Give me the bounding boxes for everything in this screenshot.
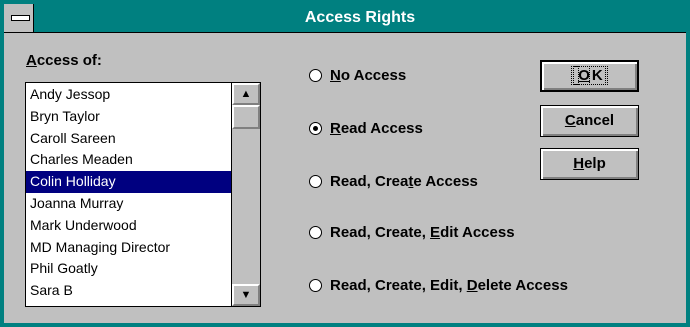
- option-read-access[interactable]: Read Access: [309, 117, 423, 139]
- arrow-down-icon: ▼: [240, 289, 252, 301]
- radio-button[interactable]: [309, 225, 322, 239]
- scroll-up-button[interactable]: ▲: [232, 83, 260, 105]
- list-item[interactable]: Sara B: [26, 280, 231, 302]
- system-menu-button[interactable]: [4, 4, 34, 32]
- option-label: Read Access: [330, 119, 423, 137]
- help-button[interactable]: Help: [540, 148, 639, 180]
- option-label: Read, Create, Edit Access: [330, 223, 515, 241]
- scroll-down-button[interactable]: ▼: [232, 284, 260, 306]
- access-of-label-text: ccess of:: [36, 52, 102, 69]
- system-menu-icon: [11, 15, 30, 21]
- access-rights-dialog: Access Rights Access of: Andy Jessop Bry…: [0, 0, 690, 327]
- option-read-create-edit-delete-access[interactable]: Read, Create, Edit, Delete Access: [309, 274, 568, 296]
- title-bar: Access Rights: [4, 4, 686, 33]
- option-no-access[interactable]: No Access: [309, 64, 406, 86]
- option-label: Read, Create Access: [330, 172, 478, 190]
- access-of-accel: A: [26, 52, 37, 69]
- list-item[interactable]: Charles Meaden: [26, 149, 231, 171]
- option-label: No Access: [330, 66, 407, 84]
- vertical-scrollbar[interactable]: ▲ ▼: [231, 83, 260, 306]
- arrow-up-icon: ▲: [240, 88, 252, 100]
- radio-button[interactable]: [309, 278, 322, 292]
- access-of-label: Access of:: [26, 52, 102, 69]
- option-label: Read, Create, Edit, Delete Access: [330, 276, 568, 294]
- cancel-button[interactable]: Cancel: [540, 105, 639, 137]
- list-item[interactable]: MD Managing Director: [26, 237, 231, 259]
- list-item-selected[interactable]: Colin Holliday: [26, 171, 231, 193]
- radio-button-checked[interactable]: [309, 121, 322, 135]
- list-item[interactable]: Joanna Murray: [26, 193, 231, 215]
- option-read-create-edit-access[interactable]: Read, Create, Edit Access: [309, 221, 515, 243]
- list-item[interactable]: Andy Jessop: [26, 84, 231, 106]
- radio-button[interactable]: [309, 68, 322, 82]
- option-read-create-access[interactable]: Read, Create Access: [309, 170, 478, 192]
- list-item[interactable]: Caroll Sareen: [26, 128, 231, 150]
- list-item[interactable]: Phil Goatly: [26, 258, 231, 280]
- list-item[interactable]: Mark Underwood: [26, 215, 231, 237]
- scroll-thumb[interactable]: [232, 105, 260, 129]
- access-of-listbox[interactable]: Andy Jessop Bryn Taylor Caroll Sareen Ch…: [25, 82, 261, 307]
- ok-button[interactable]: OK: [540, 60, 639, 92]
- list-item[interactable]: Bryn Taylor: [26, 106, 231, 128]
- radio-button[interactable]: [309, 174, 322, 188]
- window-title: Access Rights: [304, 9, 416, 26]
